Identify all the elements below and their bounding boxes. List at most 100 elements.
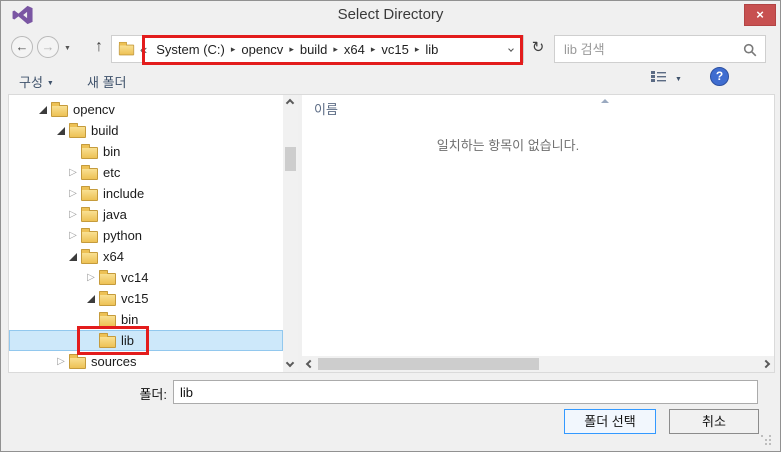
folder-icon xyxy=(69,357,86,369)
breadcrumb-item[interactable]: build xyxy=(294,42,333,57)
tree-item-vc15[interactable]: vc15 xyxy=(9,288,283,309)
expander-spacer xyxy=(65,144,81,160)
tree-item-java[interactable]: ▷ java xyxy=(9,204,283,225)
folder-icon xyxy=(99,294,116,306)
folder-icon xyxy=(51,105,68,117)
footer: 폴더: 폴더 선택 취소 xyxy=(1,373,780,452)
breadcrumb-item[interactable]: x64 xyxy=(338,42,371,57)
folder-name-input[interactable] xyxy=(173,380,758,404)
organize-button[interactable]: 구성▼ xyxy=(19,72,54,91)
expand-arrow-icon[interactable]: ▷ xyxy=(65,207,81,223)
tree-item-build[interactable]: build xyxy=(9,120,283,141)
search-icon[interactable] xyxy=(743,43,757,62)
breadcrumb-item[interactable]: System (C:) xyxy=(150,42,231,57)
details-view-icon xyxy=(651,70,666,88)
expand-arrow-icon[interactable]: ▷ xyxy=(65,228,81,244)
tree-item-label: bin xyxy=(121,312,138,327)
folder-tree: opencv build bin ▷ etc ▷ include ▷ java ▷pythonx6… xyxy=(9,99,283,372)
help-button[interactable]: ? xyxy=(710,67,729,86)
address-bar[interactable]: « System (C:)▸opencv▸build▸x64▸vc15▸lib xyxy=(111,35,524,63)
folder-icon xyxy=(81,231,98,243)
tree-item-label: sources xyxy=(91,354,137,369)
expand-arrow-icon[interactable]: ▷ xyxy=(65,165,81,181)
search-box xyxy=(554,35,766,63)
tree-item-python[interactable]: ▷python xyxy=(9,225,283,246)
scroll-left-icon[interactable] xyxy=(306,360,314,368)
forward-button[interactable]: → xyxy=(37,36,59,58)
organize-caret-icon: ▼ xyxy=(47,80,54,87)
new-folder-button[interactable]: 새 폴더 xyxy=(87,72,127,91)
tree-item-label: java xyxy=(103,207,127,222)
view-caret-icon: ▼ xyxy=(675,76,682,83)
breadcrumb: System (C:)▸opencv▸build▸x64▸vc15▸lib xyxy=(150,36,444,62)
tree-item-sources[interactable]: ▷ sources xyxy=(9,351,283,372)
name-column-header[interactable]: 이름 xyxy=(314,99,338,118)
resize-grip[interactable] xyxy=(761,435,763,437)
up-one-level-button[interactable]: ↑ xyxy=(89,38,109,56)
cancel-button[interactable]: 취소 xyxy=(669,409,759,434)
tree-item-opencv[interactable]: opencv xyxy=(9,99,283,120)
select-directory-dialog: Select Directory × ← → ▼ ↑ « System (C:)… xyxy=(0,0,781,452)
collapse-arrow-icon[interactable] xyxy=(35,102,51,118)
address-folder-icon xyxy=(119,45,134,56)
tree-item-include[interactable]: ▷ include xyxy=(9,183,283,204)
tree-item-bin[interactable]: bin xyxy=(9,309,283,330)
tree-item-vc14[interactable]: ▷ vc14 xyxy=(9,267,283,288)
expander-spacer xyxy=(83,312,99,328)
refresh-button[interactable]: ↻ xyxy=(528,38,548,56)
collapse-arrow-icon[interactable] xyxy=(83,291,99,307)
tree-item-label: build xyxy=(91,123,118,138)
folder-icon xyxy=(99,315,116,327)
tree-item-label: etc xyxy=(103,165,120,180)
back-button[interactable]: ← xyxy=(11,36,33,58)
scroll-down-icon[interactable] xyxy=(286,359,294,367)
sort-ascending-icon xyxy=(601,99,609,103)
column-header-row: 이름 xyxy=(302,95,774,117)
title-bar: Select Directory × xyxy=(1,1,780,29)
tree-item-label: include xyxy=(103,186,144,201)
expand-arrow-icon[interactable]: ▷ xyxy=(53,354,69,370)
address-dropdown-icon[interactable] xyxy=(508,46,514,52)
tree-item-label: vc15 xyxy=(121,291,148,306)
breadcrumb-item[interactable]: vc15 xyxy=(375,42,414,57)
folder-icon xyxy=(69,126,86,138)
select-folder-button[interactable]: 폴더 선택 xyxy=(564,409,656,434)
empty-folder-message: 일치하는 항목이 없습니다. xyxy=(302,135,714,154)
folder-icon xyxy=(81,189,98,201)
vertical-scrollbar-thumb[interactable] xyxy=(285,147,296,171)
tree-item-etc[interactable]: ▷ etc xyxy=(9,162,283,183)
folder-icon xyxy=(99,336,116,348)
tree-item-label: vc14 xyxy=(121,270,148,285)
search-input[interactable] xyxy=(555,36,765,62)
collapse-arrow-icon[interactable] xyxy=(53,123,69,139)
tree-item-label: opencv xyxy=(73,102,115,117)
horizontal-scrollbar-thumb[interactable] xyxy=(318,358,539,370)
scroll-right-icon[interactable] xyxy=(762,360,770,368)
recent-locations-caret-icon[interactable]: ▼ xyxy=(64,45,71,52)
change-view-button[interactable]: ▼ xyxy=(651,70,682,88)
expand-arrow-icon[interactable]: ▷ xyxy=(65,186,81,202)
expander-spacer xyxy=(83,333,99,349)
folder-icon xyxy=(81,147,98,159)
tree-item-lib[interactable]: lib xyxy=(9,330,283,351)
tree-item-x64[interactable]: x64 xyxy=(9,246,283,267)
tree-item-label: bin xyxy=(103,144,120,159)
folder-icon xyxy=(81,210,98,222)
folder-icon xyxy=(81,252,98,264)
scroll-up-icon[interactable] xyxy=(286,99,294,107)
tree-vertical-scrollbar[interactable] xyxy=(283,95,298,372)
expand-arrow-icon[interactable]: ▷ xyxy=(83,270,99,286)
tree-item-bin[interactable]: bin xyxy=(9,141,283,162)
breadcrumb-item[interactable]: lib xyxy=(419,42,444,57)
horizontal-scrollbar[interactable] xyxy=(302,356,774,372)
breadcrumb-overflow-icon[interactable]: « xyxy=(140,42,147,57)
folder-icon xyxy=(99,273,116,285)
window-title: Select Directory xyxy=(1,1,780,28)
close-button[interactable]: × xyxy=(744,4,776,26)
breadcrumb-item[interactable]: opencv xyxy=(235,42,289,57)
main-content: opencv build bin ▷ etc ▷ include ▷ java ▷pythonx6… xyxy=(8,94,775,373)
file-list-pane: 이름 일치하는 항목이 없습니다. xyxy=(302,95,774,372)
folder-name-label: 폴더: xyxy=(111,384,167,403)
collapse-arrow-icon[interactable] xyxy=(65,249,81,265)
folder-icon xyxy=(81,168,98,180)
